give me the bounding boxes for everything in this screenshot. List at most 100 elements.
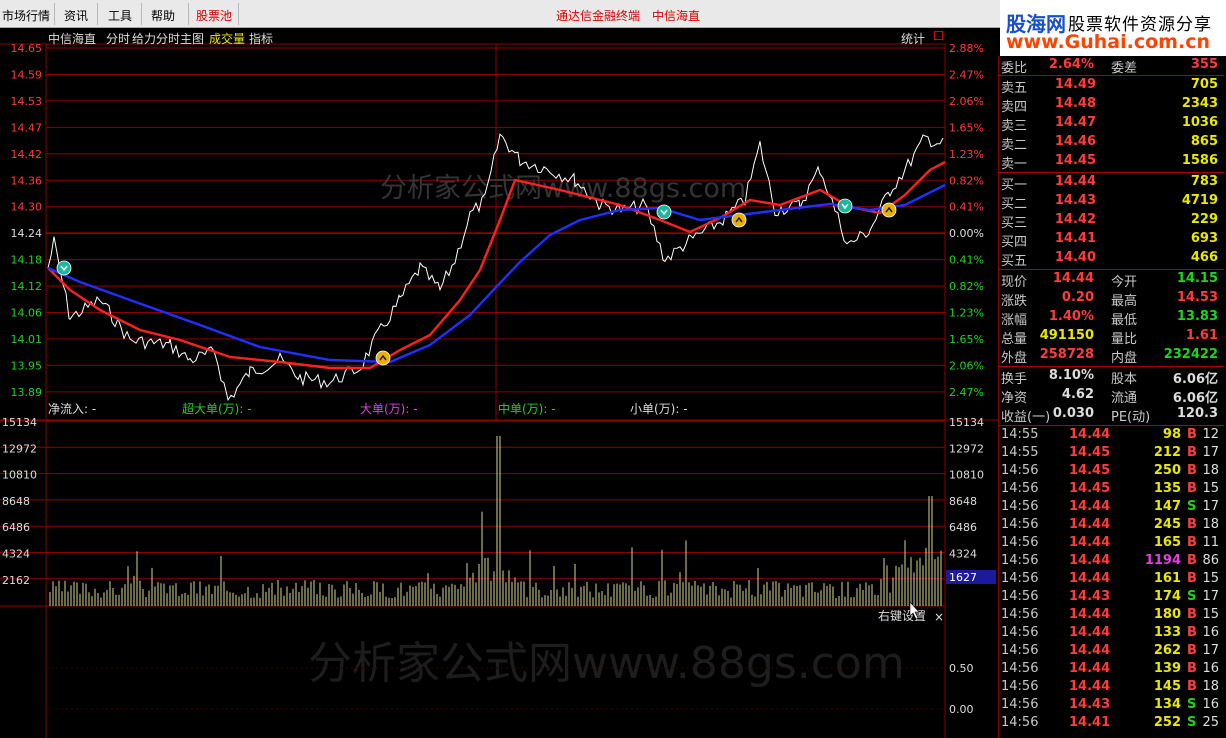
menu-help[interactable]: 帮助 [151,7,175,24]
buy-signal-icon [731,212,747,228]
trade-tick-row[interactable]: 14:56 14.44 133 B 16 [999,625,1221,643]
trade-tick-row[interactable]: 14:56 14.43 174 S 17 [999,589,1221,607]
percent-tick-label: 1.65% [949,333,984,346]
stats-button[interactable]: 统计 [901,30,925,47]
quote-value-2: 14.53 [1176,290,1218,305]
maximize-icon[interactable] [934,31,943,40]
tick-time: 14:56 [1001,463,1039,478]
intraday-chart[interactable]: 14.65 2.88% 14.59 2.47% 14.53 2.06% 14.47 1.65%… [0,28,998,738]
fundamental-label: 净资 [1001,391,1028,406]
trade-tick-row[interactable]: 14:56 14.44 145 B 18 [999,679,1221,697]
trade-tick-row[interactable]: 14:56 14.44 161 B 15 [999,571,1221,589]
bid-row[interactable]: 买二 14.43 4719 [999,193,1221,212]
trade-tick-row[interactable]: 14:56 14.44 165 B 11 [999,535,1221,553]
ask-row[interactable]: 卖三 14.47 1036 [999,115,1221,134]
ask-price: 14.45 [1054,153,1096,168]
price-tick-label: 14.30 [11,201,43,214]
bid-price: 14.40 [1054,250,1096,265]
trade-tick-row[interactable]: 14:56 14.44 1194 B 86 [999,553,1221,571]
tick-side: B [1187,463,1197,478]
percent-tick-label: 1.23% [949,148,984,161]
price-tick-label: 14.01 [11,333,43,346]
bid-row[interactable]: 买四 14.41 693 [999,231,1221,250]
order-ratio-row[interactable]: 委比 2.64% 委差 355 [999,57,1221,76]
panel-divider [999,366,1224,367]
trade-tick-row[interactable]: 14:56 14.45 135 B 15 [999,481,1221,499]
tab-intraday[interactable]: 分时 [106,30,130,47]
bid-label: 买五 [1001,254,1028,269]
quote-row[interactable]: 涨跌 0.20 最高 14.53 [999,290,1221,309]
percent-tick-label: 0.00% [949,227,984,240]
quote-row[interactable]: 总量 491150 量比 1.61 [999,328,1221,347]
tick-side: B [1187,481,1197,496]
bid-price: 14.41 [1054,231,1096,246]
bid-price: 14.42 [1054,212,1096,227]
site-logo: 股海网 股票软件资源分享 www.Guhai.com.cn [1000,0,1226,56]
volume-tick-label: 4324 [2,548,30,561]
tab-main-chart[interactable]: 给力分时主图 [132,30,204,47]
price-tick-label: 14.18 [11,254,43,267]
percent-tick-label: 2.88% [949,42,984,55]
tick-count: 25 [1202,715,1219,730]
chart-area[interactable]: 14.65 2.88% 14.59 2.47% 14.53 2.06% 14.47 1.65%… [0,28,998,738]
trade-tick-row[interactable]: 14:56 14.44 147 S 17 [999,499,1221,517]
trade-tick-row[interactable]: 14:56 14.44 180 B 15 [999,607,1221,625]
trade-tick-row[interactable]: 14:56 14.44 139 B 16 [999,661,1221,679]
menu-separator [238,3,239,25]
price-tick-label: 14.36 [11,174,43,187]
tick-side: S [1187,715,1197,730]
quote-label: 涨幅 [1001,313,1028,328]
trade-tick-row[interactable]: 14:56 14.44 245 B 18 [999,517,1221,535]
right-click-settings: 右键设置 [878,608,926,623]
tick-volume: 1194 [1144,553,1181,568]
ask-label: 卖一 [1001,157,1028,172]
trade-tick-row[interactable]: 14:56 14.44 262 B 17 [999,643,1221,661]
trade-tick-row[interactable]: 14:55 14.45 212 B 17 [999,445,1221,463]
tick-volume: 180 [1153,607,1181,622]
quote-row[interactable]: 外盘 258728 内盘 232422 [999,347,1221,366]
ask-row[interactable]: 卖一 14.45 1586 [999,153,1221,172]
quote-row[interactable]: 涨幅 1.40% 最低 13.83 [999,309,1221,328]
logo-url: www.Guhai.com.cn [1006,31,1210,53]
ask-row[interactable]: 卖四 14.48 2343 [999,96,1221,115]
volume-tick-label: 8648 [2,495,30,508]
tick-side: B [1187,571,1197,586]
quote-row[interactable]: 现价 14.44 今开 14.15 [999,271,1221,290]
percent-tick-label: 2.47% [949,68,984,81]
bid-row[interactable]: 买一 14.44 783 [999,174,1221,193]
tick-volume: 174 [1153,589,1181,604]
trade-tick-row[interactable]: 14:56 14.41 252 S 25 [999,715,1221,733]
fundamental-row[interactable]: 换手 8.10% 股本 6.06亿 [999,368,1221,387]
trade-tick-row[interactable]: 14:56 14.45 250 B 18 [999,463,1221,481]
bid-row[interactable]: 买五 14.40 466 [999,250,1221,269]
fundamental-row[interactable]: 净资 4.62 流通 6.06亿 [999,387,1221,406]
menu-tools[interactable]: 工具 [108,7,132,24]
ask-row[interactable]: 卖二 14.46 865 [999,134,1221,153]
tick-side: B [1187,517,1197,532]
trade-tick-row[interactable]: 14:56 14.43 134 S 16 [999,697,1221,715]
tick-time: 14:56 [1001,679,1039,694]
bid-row[interactable]: 买三 14.42 229 [999,212,1221,231]
quote-label-2: 最低 [1111,313,1138,328]
price-tick-label: 14.47 [11,121,43,134]
fundamental-label-2: 流通 [1111,391,1138,406]
ask-volume: 2343 [1181,96,1218,111]
tick-count: 16 [1202,697,1219,712]
tab-indicator[interactable]: 指标 [249,30,273,47]
tab-volume[interactable]: 成交量 [209,30,245,47]
fundamental-row[interactable]: 收益(一) 0.030 PE(动) 120.3 [999,406,1221,425]
menu-market[interactable]: 市场行情 [2,7,50,24]
menu-news[interactable]: 资讯 [64,7,88,24]
tick-side: B [1187,607,1197,622]
quote-value: 258728 [1039,347,1094,362]
tick-count: 18 [1202,463,1219,478]
menu-stock-pool[interactable]: 股票池 [196,7,232,24]
trade-tick-row[interactable]: 14:55 14.44 98 B 12 [999,427,1221,445]
bid-volume: 783 [1190,174,1218,189]
ask-row[interactable]: 卖五 14.49 705 [999,77,1221,96]
tick-price: 14.43 [1069,697,1111,712]
small-order-label: 小单(万): - [630,402,688,416]
price-tick-label: 14.59 [11,68,43,81]
volume-tick-label-right: 6486 [949,521,977,534]
ask-label: 卖二 [1001,138,1028,153]
